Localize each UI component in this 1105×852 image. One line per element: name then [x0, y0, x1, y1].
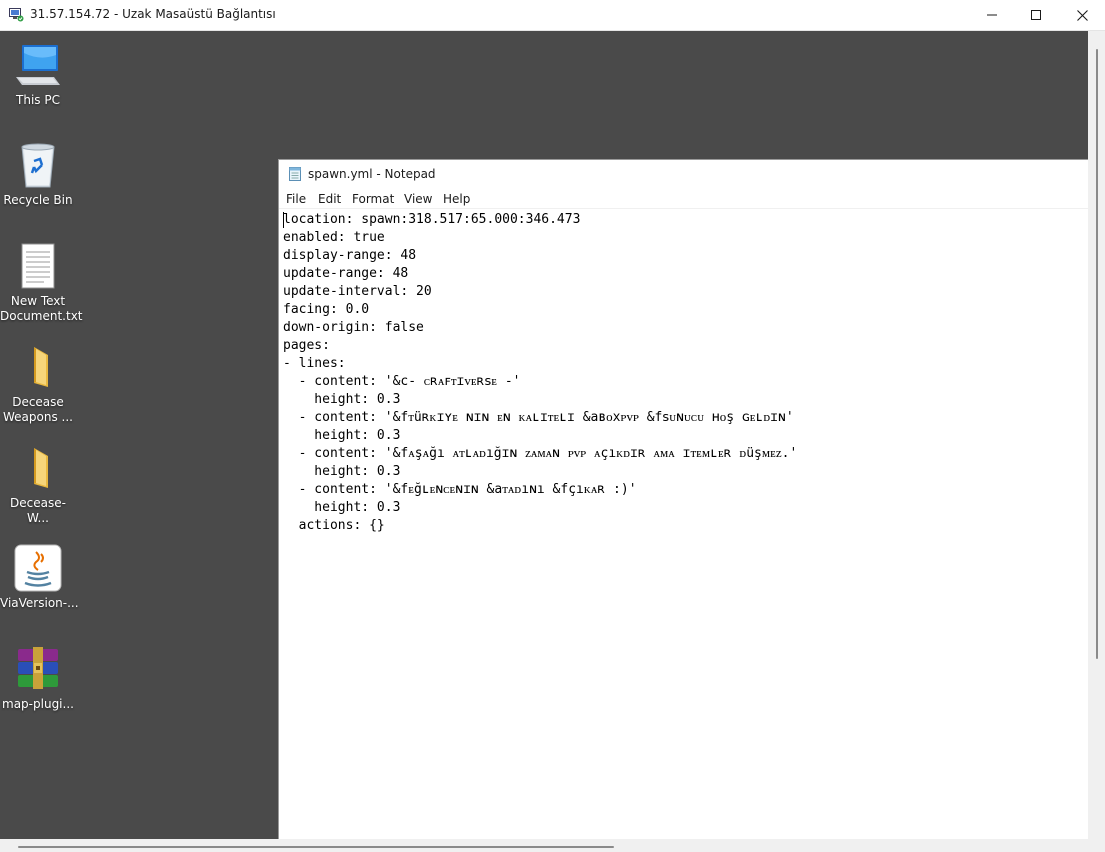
text-line: down-origin: false: [283, 320, 424, 335]
notepad-menu-bar: File Edit Format View Help: [279, 188, 1088, 209]
text-line: height: 0.3: [283, 428, 401, 443]
text-line: - lines:: [283, 356, 346, 371]
desktop-icon-recycle-bin[interactable]: Recycle Bin: [0, 141, 76, 208]
computer-icon: [16, 45, 60, 85]
text-line: height: 0.3: [283, 464, 401, 479]
remote-desktop[interactable]: This PC Recycle Bin New Text Document.tx…: [0, 31, 1088, 839]
desktop-icon-label: New Text Document.txt: [0, 294, 83, 323]
desktop-icon-viaversion[interactable]: ViaVersion-...: [0, 544, 79, 611]
text-line: height: 0.3: [283, 392, 401, 407]
recycle-bin-icon: [21, 143, 55, 188]
minimize-button[interactable]: [969, 0, 1015, 30]
notepad-title-bar[interactable]: spawn.yml - Notepad: [279, 160, 1088, 188]
text-line: location: spawn:318.517:65.000:346.473: [283, 212, 581, 227]
rdp-title-bar[interactable]: 31.57.154.72 - Uzak Masaüstü Bağlantısı: [0, 0, 1105, 31]
menu-edit[interactable]: Edit: [318, 192, 341, 206]
menu-file[interactable]: File: [286, 192, 306, 206]
desktop-icon-label: Decease-W...: [10, 496, 66, 525]
notepad-text-content: location: spawn:318.517:65.000:346.473 e…: [283, 211, 797, 535]
notepad-window[interactable]: spawn.yml - Notepad File Edit Format Vie…: [279, 160, 1088, 839]
text-line: update-interval: 20: [283, 284, 432, 299]
remote-desktop-icon: [9, 8, 24, 22]
menu-help[interactable]: Help: [443, 192, 470, 206]
text-document-icon: [21, 243, 55, 289]
desktop-icon-label: Recycle Bin: [3, 193, 73, 207]
notepad-text-area[interactable]: location: spawn:318.517:65.000:346.473 e…: [279, 209, 1088, 839]
desktop-icon-decease-w[interactable]: Decease-W...: [0, 444, 76, 526]
maximize-icon: [1031, 10, 1041, 20]
text-line: display-range: 48: [283, 248, 417, 263]
rdp-window-title: 31.57.154.72 - Uzak Masaüstü Bağlantısı: [30, 7, 276, 21]
vertical-scrollbar-thumb[interactable]: [1096, 49, 1098, 659]
text-line: facing: 0.0: [283, 302, 370, 317]
horizontal-scrollbar[interactable]: [0, 839, 1105, 852]
desktop-icon-label: Decease Weapons ...: [3, 395, 73, 424]
winrar-archive-icon: [18, 647, 58, 689]
vertical-scrollbar[interactable]: [1088, 31, 1105, 839]
text-line: - content: '&fᴇğʟᴇɴᴄᴇɴɪɴ &aᴛᴀᴅıɴı &fçıᴋᴀ…: [283, 482, 637, 497]
text-line: actions: {}: [283, 518, 385, 533]
menu-format[interactable]: Format: [352, 192, 394, 206]
close-icon: [1076, 9, 1088, 21]
notepad-icon: [289, 167, 301, 181]
maximize-button[interactable]: [1013, 0, 1059, 30]
minimize-icon: [987, 14, 997, 16]
desktop-icon-label: This PC: [16, 93, 60, 107]
desktop-icon-label: ViaVersion-...: [0, 596, 79, 610]
horizontal-scrollbar-thumb[interactable]: [18, 846, 614, 848]
text-line: update-range: 48: [283, 266, 409, 281]
notepad-window-title: spawn.yml - Notepad: [308, 167, 436, 181]
close-button[interactable]: [1059, 0, 1105, 30]
text-line: height: 0.3: [283, 500, 401, 515]
folder-icon: [34, 347, 48, 387]
desktop-icon-label: map-plugi...: [2, 697, 74, 711]
folder-icon: [34, 448, 48, 488]
desktop-icon-new-text-document[interactable]: New Text Document.txt: [0, 242, 83, 324]
text-line: - content: '&c- ᴄʀᴀꜰᴛɪᴠᴇʀꜱᴇ -': [283, 374, 521, 389]
text-line: enabled: true: [283, 230, 385, 245]
desktop-icon-decease-weapons[interactable]: Decease Weapons ...: [0, 343, 76, 425]
menu-view[interactable]: View: [404, 192, 432, 206]
java-icon: [14, 544, 62, 592]
desktop-icon-map-plugin[interactable]: map-plugi...: [0, 645, 76, 712]
text-line: pages:: [283, 338, 330, 353]
text-line: - content: '&fᴛüʀᴋɪʏᴇ ɴɪɴ ᴇɴ ᴋᴀʟɪᴛᴇʟɪ &a…: [283, 410, 794, 425]
text-line: - content: '&fᴀşᴀğı ᴀᴛʟᴀᴅığɪɴ ᴢᴀᴍᴀɴ ᴘᴠᴘ …: [283, 446, 798, 461]
desktop-icon-this-pc[interactable]: This PC: [0, 41, 76, 108]
